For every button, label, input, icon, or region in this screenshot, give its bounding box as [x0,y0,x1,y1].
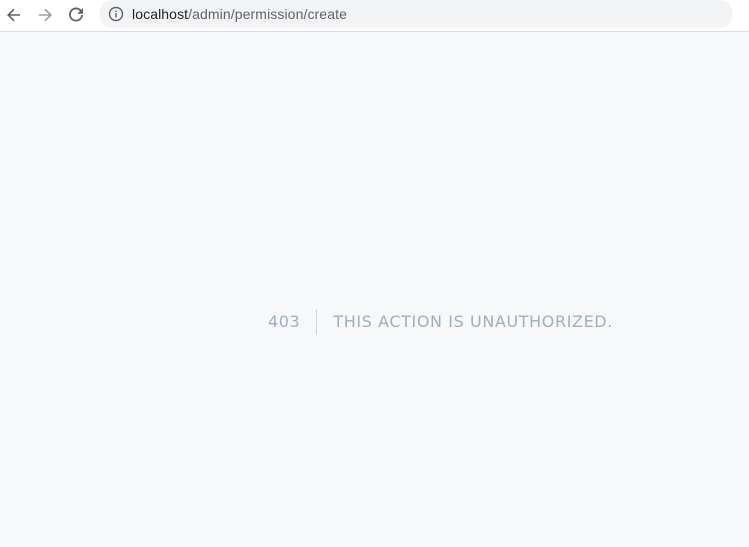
error-code: 403 [268,309,318,335]
back-button[interactable] [2,4,26,26]
url-host: localhost [132,6,189,22]
error-message-block: 403 THIS ACTION IS UNAUTHORIZED. [268,308,613,336]
arrow-right-icon [39,8,52,22]
browser-toolbar: localhost/admin/permission/create [0,0,749,32]
reload-button[interactable] [64,4,88,26]
error-message: THIS ACTION IS UNAUTHORIZED. [333,312,613,331]
address-bar[interactable]: localhost/admin/permission/create [99,0,733,28]
info-icon[interactable] [108,6,124,22]
url-path: /admin/permission/create [188,6,347,22]
forward-button[interactable] [33,4,57,26]
arrow-left-icon [7,8,20,22]
reload-icon [69,7,83,22]
url-text[interactable]: localhost/admin/permission/create [132,6,347,22]
page-content [0,32,749,547]
